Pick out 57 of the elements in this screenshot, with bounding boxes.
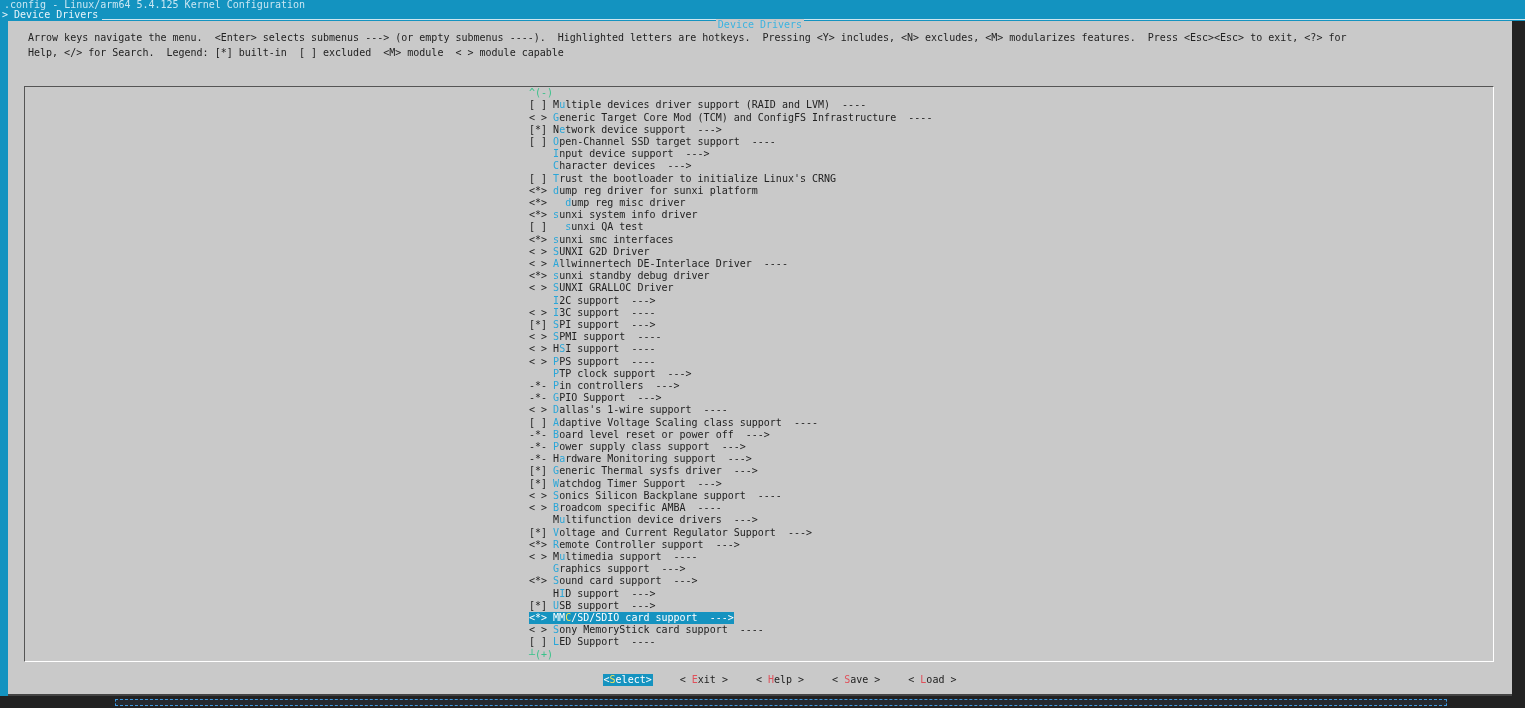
menu-item[interactable]: < > SPMI support ---- xyxy=(529,331,662,344)
window-title: .config - Linux/arm64 5.4.125 Kernel Configuration xyxy=(3,0,306,10)
menu-item[interactable]: [*] Voltage and Current Regulator Support ---> xyxy=(529,526,812,539)
menu-item[interactable]: < > Allwinnertech DE-Interlace Driver ---- xyxy=(529,258,788,271)
menu-item[interactable]: I2C support ---> xyxy=(529,294,656,307)
breadcrumb: > Device Drivers xyxy=(1,9,99,21)
menu-item[interactable]: -*- Hardware Monitoring support ---> xyxy=(529,453,752,466)
menu-item[interactable]: [ ] Trust the bootloader to initialize Linux's CRNG xyxy=(529,172,837,185)
menu-item[interactable]: <*> sunxi system info driver xyxy=(529,209,698,222)
dialog-title: Device Drivers xyxy=(715,19,805,30)
menu-item[interactable]: <*> MMC/SD/SDIO card support ---> xyxy=(529,611,734,625)
menu-item[interactable]: [*] Network device support ---> xyxy=(529,123,722,136)
menu-item[interactable]: <*> dump reg driver for sunxi platform xyxy=(529,184,758,197)
menu-item[interactable]: [*] Generic Thermal sysfs driver ---> xyxy=(529,465,758,478)
help-text: Help, </> for Search. Legend: [*] built-in [ ] excluded <M> module < > module capable xyxy=(27,45,565,60)
dialog-button[interactable]: < Save > xyxy=(831,673,882,686)
menu-item[interactable]: < > Broadcom specific AMBA ---- xyxy=(529,502,722,515)
menu-item[interactable]: < > SUNXI GRALLOC Driver xyxy=(529,282,674,295)
menu-item[interactable]: -*- Board level reset or power off ---> xyxy=(529,428,770,442)
menu-item[interactable]: [ ] sunxi QA test xyxy=(529,221,644,234)
menu-item[interactable]: < > Multimedia support ---- xyxy=(529,550,698,564)
menu-item[interactable]: < > PPS support ---- xyxy=(529,355,656,368)
dialog-button[interactable]: < Exit > xyxy=(678,673,729,686)
menu-item[interactable]: <*> Sound card support ---> xyxy=(529,575,698,588)
menu-item[interactable]: HID support ---> xyxy=(529,587,656,600)
menu-item[interactable]: < > Sonics Silicon Backplane support ---- xyxy=(529,489,782,503)
menu-item[interactable]: Character devices ---> xyxy=(529,160,692,173)
menu-item[interactable]: < > HSI support ---- xyxy=(529,343,656,356)
menu-item[interactable]: -*- Pin controllers ---> xyxy=(529,380,680,393)
menu-item[interactable]: < > I3C support ---- xyxy=(529,306,656,320)
menu-item[interactable]: -*- GPIO Support ---> xyxy=(529,392,662,405)
menu-item[interactable]: [ ] Open-Channel SSD target support ---- xyxy=(529,136,776,149)
menu-item[interactable]: < > SUNXI G2D Driver xyxy=(529,245,650,259)
dialog-button[interactable]: < Help > xyxy=(754,673,806,686)
dialog-button[interactable]: <Select> xyxy=(602,673,653,686)
menu-item[interactable]: <*> dump reg misc driver xyxy=(529,197,686,210)
menu-item[interactable]: <*> Remote Controller support ---> xyxy=(529,538,740,551)
menu-item[interactable]: <*> sunxi standby debug driver xyxy=(529,270,710,283)
scroll-indicator: ^(-) xyxy=(529,87,554,100)
dialog-button[interactable]: < Load > xyxy=(907,673,958,686)
menu-item[interactable]: [ ] Multiple devices driver support (RAID and LVM) ---- xyxy=(529,99,867,112)
menu-item[interactable]: [*] SPI support ---> xyxy=(529,319,656,332)
menu-item[interactable]: -*- Power supply class support ---> xyxy=(529,441,746,454)
menu-item[interactable]: [*] Watchdog Timer Support ---> xyxy=(529,477,722,490)
help-text: Arrow keys navigate the menu. <Enter> selects submenus ---> (or empty submenus ----). Highlighted letters are hotkeys. Pressing <Y> includes, <N> excludes, <M> modularizes features. Press <Esc><Esc> to exit, <?> for xyxy=(27,31,1348,45)
menu-item[interactable]: Multifunction device drivers ---> xyxy=(529,514,758,527)
menu-item[interactable]: [ ] LED Support ---- xyxy=(529,636,656,649)
menu-item[interactable]: Input device support ---> xyxy=(529,148,710,161)
menu-item[interactable]: [ ] Adaptive Voltage Scaling class support ---- xyxy=(529,416,818,429)
menu-item[interactable]: < > Sony MemoryStick card support ---- xyxy=(529,624,764,637)
scroll-indicator: ┴(+) xyxy=(529,648,554,661)
menu-item[interactable]: <*> sunxi smc interfaces xyxy=(529,233,674,246)
menu-item[interactable]: [*] USB support ---> xyxy=(529,599,656,612)
menu-item[interactable]: < > Dallas's 1-wire support ---- xyxy=(529,404,728,417)
menu-item[interactable]: < > Generic Target Core Mod (TCM) and ConfigFS Infrastructure ---- xyxy=(529,111,933,124)
menu-item[interactable]: Graphics support ---> xyxy=(529,563,686,576)
menu-item[interactable]: PTP clock support ---> xyxy=(529,367,692,381)
